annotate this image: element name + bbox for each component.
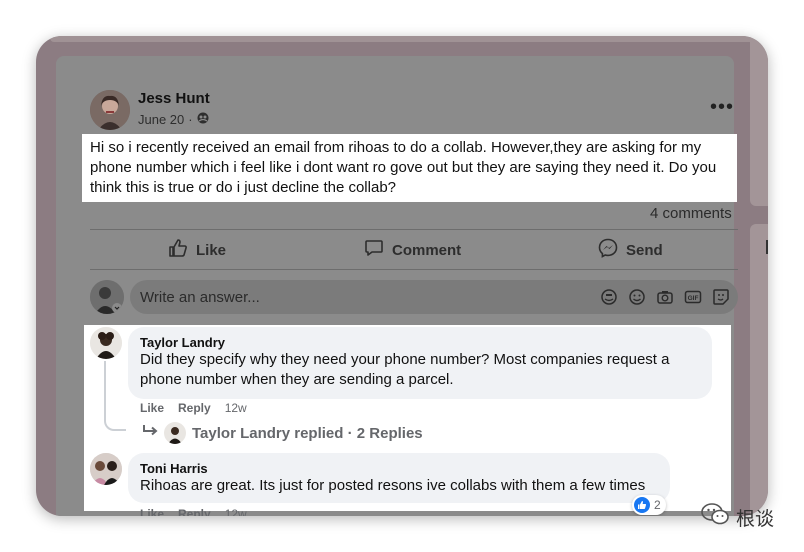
replies-label: Taylor Landry replied · 2 Replies [192, 424, 423, 442]
messenger-icon [598, 238, 618, 262]
comment-timestamp[interactable]: 12w [225, 507, 247, 516]
comment-like-button[interactable]: Like [140, 401, 164, 415]
reaction-count: 2 [654, 498, 661, 512]
like-label: Like [196, 241, 227, 259]
comment-actions: Like Reply 12w [140, 507, 247, 516]
comment-bubble: Toni Harris Rihoas are great. Its just f… [128, 453, 670, 503]
sticker-icon[interactable] [600, 288, 618, 306]
thumbs-up-icon [168, 238, 188, 262]
post-author-name[interactable]: Jess Hunt [138, 90, 210, 107]
friends-icon [197, 112, 209, 127]
comment-like-button[interactable]: Like [140, 507, 164, 516]
comment-button[interactable]: Comment [364, 238, 461, 262]
comment-reply-button[interactable]: Reply [178, 401, 211, 415]
divider-bottom [90, 269, 738, 270]
comment-avatar[interactable] [90, 453, 122, 485]
sticker-face-icon[interactable] [712, 288, 730, 306]
svg-text:GIF: GIF [688, 295, 699, 302]
comment-text: Rihoas are great. Its just for posted re… [140, 477, 646, 494]
thread-connector [104, 361, 126, 431]
send-button[interactable]: Send [598, 238, 663, 262]
like-reaction-icon [634, 497, 650, 513]
comments-count-link[interactable]: 4 comments [650, 205, 732, 222]
screenshot-stage: Jess Hunt June 20 · ••• Hi so i recently… [0, 0, 804, 552]
like-button[interactable]: Like [168, 238, 226, 262]
author-avatar[interactable] [90, 90, 130, 130]
post-body-text: Hi so i recently received an email from … [82, 134, 737, 202]
previous-post-edge [50, 36, 762, 42]
reaction-summary[interactable]: 2 [632, 495, 666, 515]
post-meta: June 20 · [138, 112, 209, 127]
more-options-button[interactable]: ••• [710, 96, 734, 119]
comment-author[interactable]: Toni Harris [140, 461, 658, 476]
comment-icon [364, 238, 384, 262]
post-date[interactable]: June 20 [138, 112, 184, 127]
right-column-top [750, 36, 768, 206]
comment-author[interactable]: Taylor Landry [140, 335, 700, 350]
post-card: Jess Hunt June 20 · ••• Hi so i recently… [56, 56, 738, 516]
right-column-marker [766, 240, 768, 254]
view-replies-link[interactable]: Taylor Landry replied · 2 Replies [142, 422, 423, 444]
comment-actions: Like Reply 12w [140, 401, 247, 415]
watermark-text: 根谈 [736, 508, 775, 530]
comment-avatar[interactable] [90, 327, 122, 359]
comments-list: Taylor Landry Did they specify why they … [84, 325, 731, 516]
send-label: Send [626, 241, 663, 259]
reply-avatar [164, 422, 186, 444]
current-user-avatar[interactable] [90, 280, 124, 314]
wechat-icon [700, 502, 730, 532]
comment-reply-button[interactable]: Reply [178, 507, 211, 516]
comment-composer[interactable]: Write an answer... GIF [130, 280, 738, 314]
wechat-watermark: 根谈 [700, 502, 774, 532]
camera-icon[interactable] [656, 288, 674, 306]
comment-timestamp[interactable]: 12w [225, 401, 247, 415]
comment-text: Did they specify why they need your phon… [140, 351, 670, 388]
gif-icon[interactable]: GIF [684, 288, 702, 306]
divider-top [90, 229, 738, 230]
comment-label: Comment [392, 241, 462, 259]
comment-bubble: Taylor Landry Did they specify why they … [128, 327, 712, 399]
composer-input[interactable]: Write an answer... [140, 289, 260, 306]
meta-separator: · [188, 112, 193, 127]
emoji-icon[interactable] [628, 288, 646, 306]
app-window: Jess Hunt June 20 · ••• Hi so i recently… [36, 36, 768, 516]
reply-arrow-icon [142, 424, 158, 442]
right-column-bottom [750, 224, 768, 516]
